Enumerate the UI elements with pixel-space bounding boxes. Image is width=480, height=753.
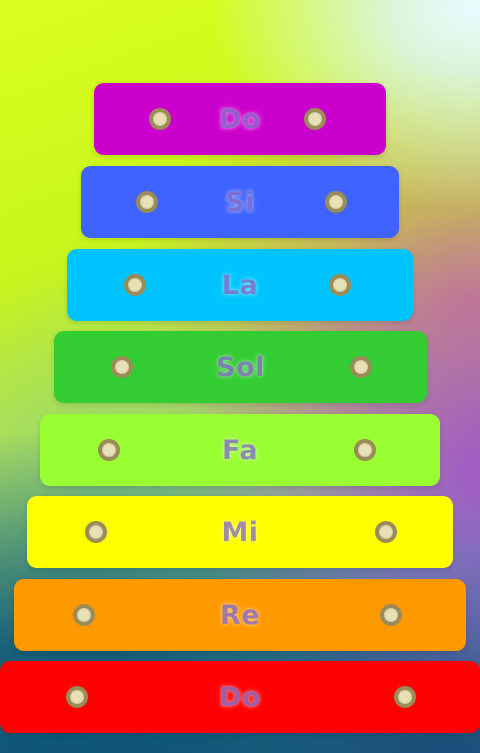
key-label: Sol: [216, 351, 265, 383]
key-do-low[interactable]: Do: [0, 661, 480, 733]
rivet-icon: [325, 191, 347, 213]
key-label: Fa: [221, 434, 259, 466]
key-fa[interactable]: Fa: [40, 414, 440, 486]
rivet-icon: [354, 439, 376, 461]
key-label: La: [221, 269, 259, 301]
key-do-high[interactable]: Do: [94, 83, 386, 155]
rivet-icon: [304, 108, 326, 130]
rivet-icon: [73, 604, 95, 626]
key-label: Mi: [221, 516, 259, 548]
key-sol[interactable]: Sol: [54, 331, 427, 403]
rivet-icon: [136, 191, 158, 213]
key-label: Do: [219, 103, 261, 135]
rivet-icon: [149, 108, 171, 130]
rivet-icon: [111, 356, 133, 378]
rivet-icon: [329, 274, 351, 296]
rivet-icon: [380, 604, 402, 626]
key-mi[interactable]: Mi: [27, 496, 453, 568]
rivet-icon: [375, 521, 397, 543]
rivet-icon: [350, 356, 372, 378]
key-la[interactable]: La: [67, 249, 413, 321]
key-label: Do: [219, 681, 261, 713]
key-label: Si: [225, 186, 255, 218]
key-label: Re: [219, 599, 261, 631]
rivet-icon: [124, 274, 146, 296]
key-re[interactable]: Re: [14, 579, 466, 651]
xylophone-screen: Do Si La Sol Fa Mi Re Do: [0, 0, 480, 753]
rivet-icon: [66, 686, 88, 708]
key-si[interactable]: Si: [81, 166, 399, 238]
rivet-icon: [85, 521, 107, 543]
rivet-icon: [98, 439, 120, 461]
rivet-icon: [394, 686, 416, 708]
